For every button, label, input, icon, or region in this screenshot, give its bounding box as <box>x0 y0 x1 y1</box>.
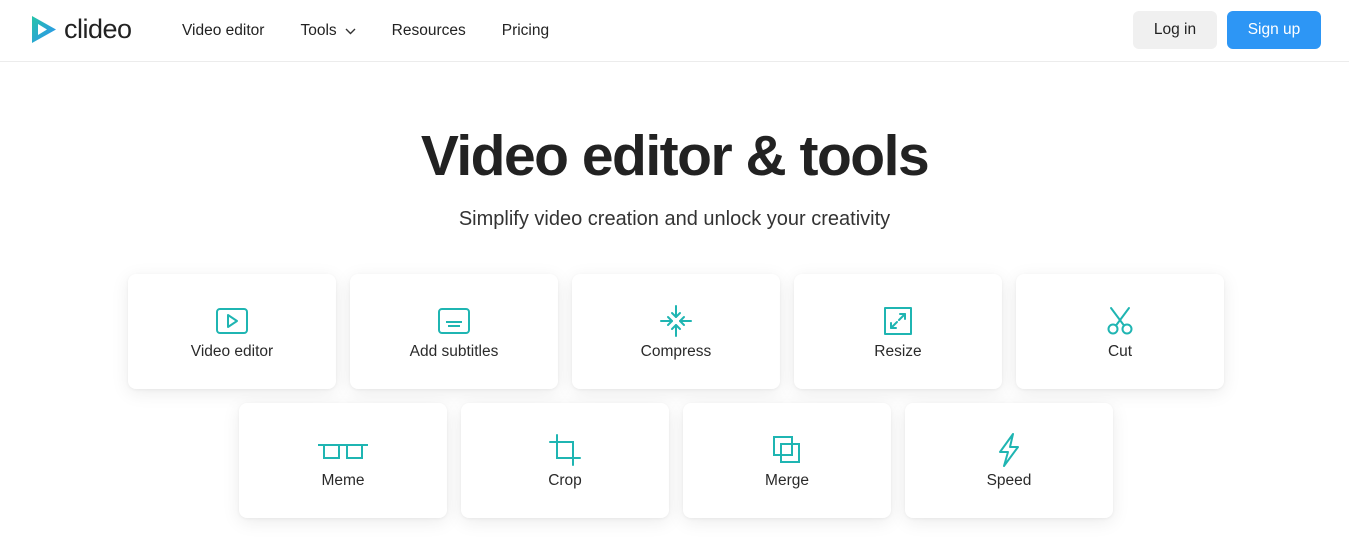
page-subtitle: Simplify video creation and unlock your … <box>458 208 891 230</box>
page-title: Video editor & tools <box>420 124 930 188</box>
tool-card-label: Add subtitles <box>409 343 499 360</box>
tool-card-label: Compress <box>640 343 712 360</box>
lightning-icon <box>989 430 1029 470</box>
chevron-down-icon <box>345 28 356 35</box>
clideo-logo[interactable]: clideo <box>30 14 132 45</box>
subtitles-icon <box>434 301 474 341</box>
tool-card-label: Meme <box>321 472 365 489</box>
login-button[interactable]: Log in <box>1133 11 1217 49</box>
tool-card-cut[interactable]: Cut <box>1016 274 1224 389</box>
signup-button[interactable]: Sign up <box>1227 11 1321 49</box>
crop-icon <box>545 430 585 470</box>
tool-card-speed[interactable]: Speed <box>905 403 1113 518</box>
compress-icon <box>656 301 696 341</box>
tool-card-label: Speed <box>986 472 1032 489</box>
tool-card-resize[interactable]: Resize <box>794 274 1002 389</box>
meme-glasses-icon <box>318 430 368 470</box>
logo-play-icon <box>32 16 56 43</box>
tool-card-meme[interactable]: Meme <box>239 403 447 518</box>
scissors-icon <box>1100 301 1140 341</box>
merge-icon <box>767 430 807 470</box>
tool-card-crop[interactable]: Crop <box>461 403 669 518</box>
tool-card-add-subtitles[interactable]: Add subtitles <box>350 274 558 389</box>
tool-card-compress[interactable]: Compress <box>572 274 780 389</box>
tool-card-label: Crop <box>548 472 582 489</box>
top-header: clideo Video editor Tools Resources Pric… <box>0 0 1349 62</box>
tool-card-label: Merge <box>765 472 809 489</box>
nav-tools[interactable]: Tools <box>300 22 356 40</box>
nav-pricing[interactable]: Pricing <box>502 22 549 40</box>
nav-tools-label: Tools <box>300 22 337 39</box>
play-screen-icon <box>212 301 252 341</box>
nav-resources[interactable]: Resources <box>392 22 466 40</box>
resize-icon <box>878 301 918 341</box>
nav-video-editor[interactable]: Video editor <box>182 22 264 40</box>
tool-card-label: Cut <box>1107 343 1133 360</box>
tool-card-label: Video editor <box>190 343 274 360</box>
logo-wordmark: clideo <box>64 14 132 44</box>
main-nav: Video editor Tools Resources Pricing <box>182 0 585 62</box>
tool-card-merge[interactable]: Merge <box>683 403 891 518</box>
tool-card-video-editor[interactable]: Video editor <box>128 274 336 389</box>
tool-card-label: Resize <box>874 343 922 360</box>
